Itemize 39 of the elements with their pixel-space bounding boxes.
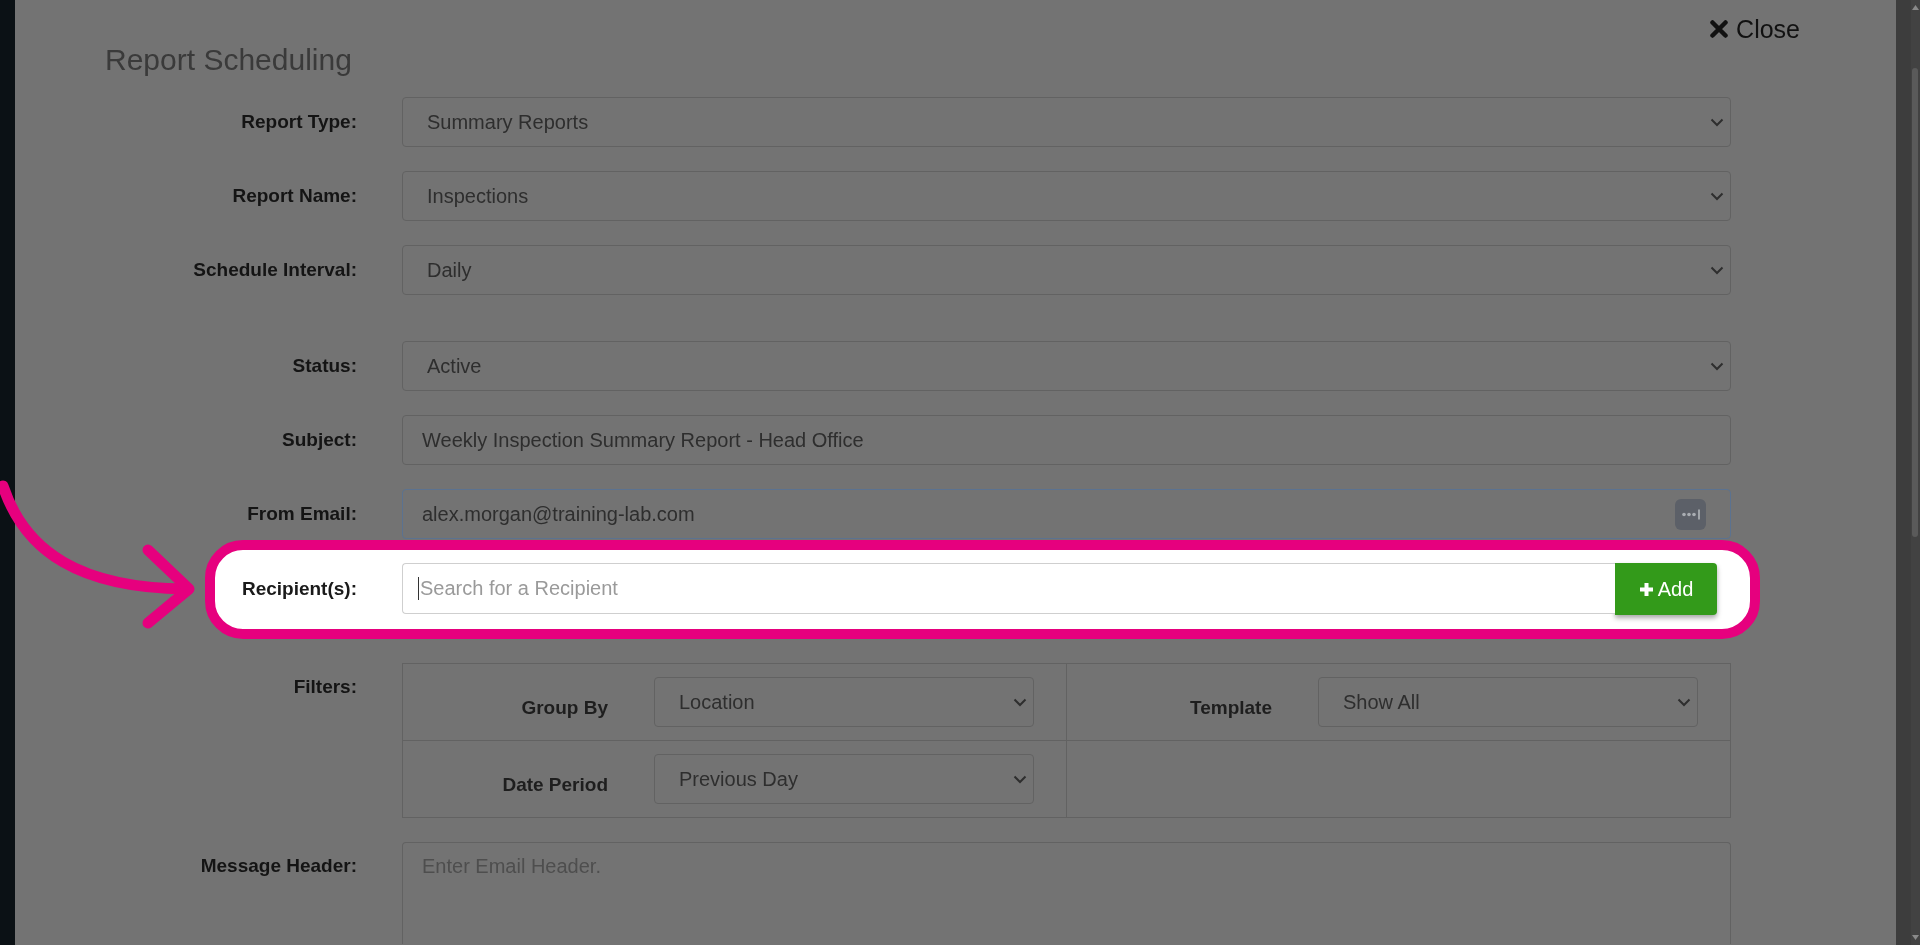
add-button[interactable]: Add (1615, 563, 1717, 615)
chevron-down-icon (1710, 265, 1724, 275)
scroll-down-icon[interactable] (1911, 935, 1919, 940)
select-field[interactable]: Previous Day (654, 754, 1034, 804)
select-field[interactable]: Summary Reports (402, 97, 1731, 147)
select-field[interactable]: Show All (1318, 677, 1698, 727)
field-label: Recipient(s): (240, 577, 357, 601)
field-label: Report Name: (231, 184, 357, 208)
close-button[interactable]: Close (1710, 12, 1800, 46)
chevron-down-icon (1710, 117, 1724, 127)
select-field[interactable]: Daily (402, 245, 1731, 295)
filter-label: Group By (521, 696, 608, 720)
chevron-down-icon (1013, 697, 1027, 707)
chevron-down-icon (1013, 774, 1027, 784)
filter-label: Date Period (502, 773, 608, 797)
scrollbar[interactable] (1896, 0, 1920, 945)
ellipsis-icon[interactable] (1675, 498, 1706, 530)
close-icon (1710, 20, 1729, 38)
select-field[interactable]: Inspections (402, 171, 1731, 221)
select-field[interactable]: Active (402, 341, 1731, 391)
field-label: Subject: (281, 428, 357, 452)
field-label: Message Header: (200, 854, 357, 878)
text-field[interactable]: Weekly Inspection Summary Report - Head Office (402, 415, 1731, 465)
field-label: Status: (291, 354, 357, 378)
chevron-down-icon (1710, 191, 1724, 201)
field-label: Schedule Interval: (192, 258, 357, 282)
scroll-up-icon[interactable] (1911, 5, 1919, 10)
scrollbar-thumb[interactable] (1912, 68, 1918, 537)
text-field[interactable]: alex.morgan@training-lab.com (402, 489, 1731, 539)
modal-title: Report Scheduling (105, 42, 352, 78)
select-field[interactable]: Location (654, 677, 1034, 727)
plus-icon (1638, 581, 1654, 597)
recipient-search-field[interactable]: Search for a Recipient (402, 563, 1615, 614)
field-label: Report Type: (240, 110, 357, 134)
field-label: From Email: (246, 502, 357, 526)
chevron-down-icon (1677, 697, 1691, 707)
filter-label: Template (1190, 696, 1272, 720)
field-label: Filters: (293, 675, 357, 699)
chevron-down-icon (1710, 361, 1724, 371)
